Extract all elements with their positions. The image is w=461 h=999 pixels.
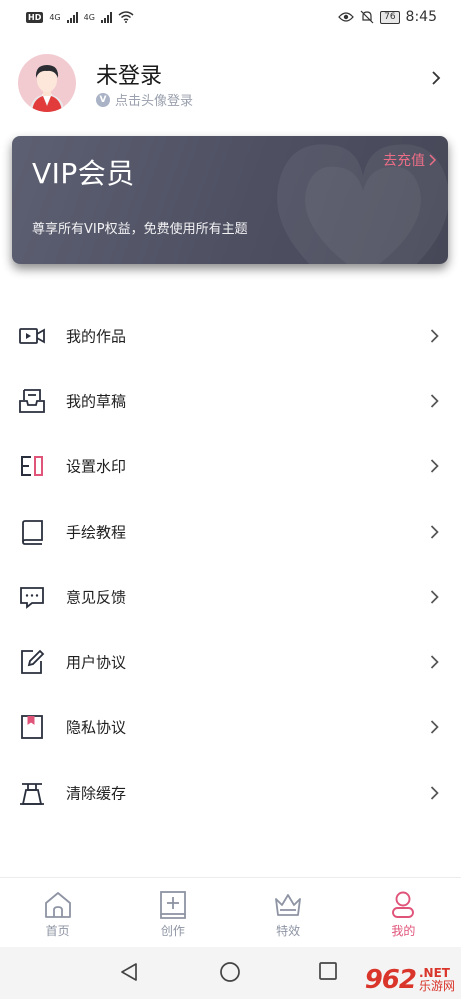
chevron-right-icon <box>430 394 439 408</box>
home-circle-icon[interactable] <box>219 961 241 983</box>
watermark-icon <box>21 456 43 477</box>
recents-square-icon[interactable] <box>318 961 338 981</box>
book-icon <box>22 519 43 545</box>
menu-label: 手绘教程 <box>66 523 127 542</box>
site-watermark: 962 .NET 乐游网 <box>364 965 455 995</box>
privacy-bookmark-icon <box>21 715 43 740</box>
tab-label: 特效 <box>276 924 301 938</box>
status-bar: HD 4G 4G 76 8:45 <box>0 0 461 34</box>
vip-card[interactable]: VIP会员 去充值 尊享所有VIP权益，免费使用所有主题 <box>12 136 448 264</box>
chevron-right-icon <box>430 786 439 800</box>
clear-cache-icon <box>20 782 44 805</box>
vip-v-badge-icon: V <box>96 92 110 107</box>
tab-label: 首页 <box>45 924 70 938</box>
menu-item-tutorial[interactable]: 手绘教程 <box>0 499 461 564</box>
settings-menu: 我的作品 我的草稿 设置水印 手绘教程 意见反馈 用户协议 隐私协议 清除缓存 <box>0 303 461 825</box>
profile-user-icon <box>392 891 415 918</box>
create-plus-icon <box>159 891 186 919</box>
tab-label: 我的 <box>391 924 416 938</box>
chevron-right-icon <box>430 329 439 343</box>
document-edit-icon <box>21 649 45 675</box>
system-navigation-bar: 962 .NET 乐游网 <box>0 947 461 999</box>
network-type-1: 4G <box>49 12 61 22</box>
menu-item-user-agreement[interactable]: 用户协议 <box>0 629 461 694</box>
watermark-logo: 962 <box>364 965 417 995</box>
menu-label: 设置水印 <box>66 457 127 476</box>
chevron-right-icon <box>430 524 439 539</box>
menu-item-feedback[interactable]: 意见反馈 <box>0 564 461 629</box>
menu-label: 我的作品 <box>66 327 127 346</box>
wifi-icon <box>118 11 134 23</box>
tab-effects[interactable]: 特效 <box>231 878 346 947</box>
menu-item-watermark[interactable]: 设置水印 <box>0 434 461 499</box>
menu-item-clear-cache[interactable]: 清除缓存 <box>0 760 461 825</box>
menu-label: 用户协议 <box>66 653 127 672</box>
hd-badge: HD <box>26 11 44 23</box>
chevron-right-icon <box>430 590 439 604</box>
profile-name: 未登录 <box>96 64 163 89</box>
back-triangle-icon[interactable] <box>118 961 140 983</box>
feedback-chat-icon <box>20 586 44 609</box>
menu-label: 意见反馈 <box>66 588 127 607</box>
profile-header[interactable]: 未登录 V 点击头像登录 <box>0 46 461 118</box>
login-hint[interactable]: V 点击头像登录 <box>96 90 193 109</box>
home-icon <box>44 892 71 918</box>
tab-home[interactable]: 首页 <box>0 878 115 947</box>
chevron-right-icon <box>430 459 439 473</box>
drafts-tray-icon <box>19 389 45 413</box>
signal-icon <box>100 11 112 23</box>
tab-mine[interactable]: 我的 <box>346 878 461 947</box>
recharge-link-label: 去充值 <box>383 153 425 169</box>
status-left: HD 4G 4G <box>26 11 134 23</box>
watermark-text: .NET 乐游网 <box>419 967 455 993</box>
login-hint-text: 点击头像登录 <box>115 94 194 109</box>
chevron-right-icon <box>429 154 436 166</box>
status-right: 76 8:45 <box>338 9 437 25</box>
menu-item-my-drafts[interactable]: 我的草稿 <box>0 368 461 433</box>
bottom-tab-bar: 首页 创作 特效 我的 <box>0 877 461 947</box>
recharge-link[interactable]: 去充值 <box>383 150 436 170</box>
battery-indicator: 76 <box>380 10 400 24</box>
tab-label: 创作 <box>160 924 185 938</box>
avatar-user-icon <box>30 65 64 112</box>
chevron-right-icon[interactable] <box>431 70 441 86</box>
chevron-right-icon <box>430 655 439 669</box>
avatar[interactable] <box>18 54 76 112</box>
menu-item-privacy-policy[interactable]: 隐私协议 <box>0 695 461 760</box>
menu-label: 隐私协议 <box>66 718 127 737</box>
network-type-2: 4G <box>83 12 95 22</box>
menu-item-my-works[interactable]: 我的作品 <box>0 303 461 368</box>
tab-create[interactable]: 创作 <box>115 878 230 947</box>
signal-icon <box>66 11 78 23</box>
menu-label: 我的草稿 <box>66 392 127 411</box>
clock: 8:45 <box>405 9 437 25</box>
menu-label: 清除缓存 <box>66 784 127 803</box>
mute-bell-icon <box>360 10 374 24</box>
effects-basket-icon <box>275 894 302 916</box>
eye-icon <box>338 12 354 22</box>
video-camera-icon <box>19 327 45 344</box>
vip-description: 尊享所有VIP权益，免费使用所有主题 <box>32 222 248 237</box>
watermark-site: 乐游网 <box>418 979 455 993</box>
chevron-right-icon <box>430 720 439 735</box>
vip-title: VIP会员 <box>32 157 135 190</box>
